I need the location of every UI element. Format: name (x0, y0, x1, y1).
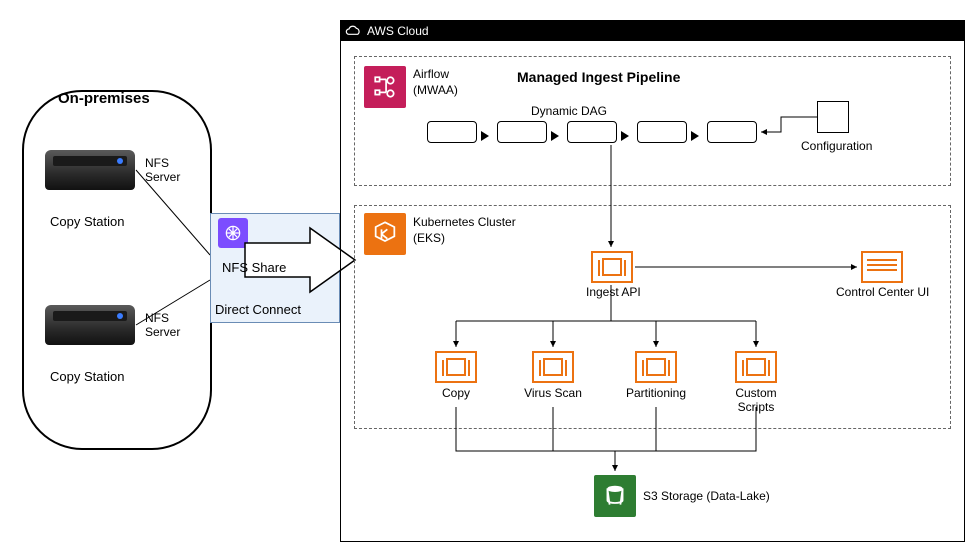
custom-scripts-service: Custom Scripts (726, 351, 786, 414)
nfs-server-label: NFS Server (145, 156, 180, 185)
s3-icon (594, 475, 636, 517)
partitioning-service: Partitioning (616, 351, 696, 400)
cloud-icon (345, 24, 361, 38)
service-icon (635, 351, 677, 383)
copy-station-label-2: Copy Station (50, 369, 124, 384)
s3-label: S3 Storage (Data-Lake) (643, 489, 770, 503)
ingest-api-icon (591, 251, 633, 283)
dynamic-dag-label: Dynamic DAG (531, 104, 607, 118)
airflow-label: Airflow (MWAA) (413, 67, 458, 98)
control-center-label: Control Center UI (836, 285, 929, 299)
direct-connect-label: Direct Connect (215, 302, 301, 317)
aws-cloud-title: AWS Cloud (367, 24, 429, 38)
service-icon (532, 351, 574, 383)
service-icon (435, 351, 477, 383)
pipeline-title: Managed Ingest Pipeline (517, 69, 680, 85)
service-icon (735, 351, 777, 383)
nfs-share-label: NFS Share (222, 260, 286, 275)
nfs-server-1: NFS Server (45, 150, 160, 202)
server-icon (45, 305, 135, 345)
eks-label: Kubernetes Cluster (EKS) (413, 215, 516, 246)
control-center-icon (861, 251, 903, 283)
airflow-icon (364, 66, 406, 108)
server-icon (45, 150, 135, 190)
aws-cloud-frame: AWS Cloud Airflow (MWAA) Managed Ingest … (340, 20, 965, 542)
configuration-box (817, 101, 849, 133)
dag-node (567, 121, 617, 143)
dag-node (497, 121, 547, 143)
virus-scan-service: Virus Scan (516, 351, 590, 400)
dag-node (427, 121, 477, 143)
aws-cloud-header: AWS Cloud (341, 21, 964, 41)
configuration-label: Configuration (801, 139, 872, 153)
copy-station-label-1: Copy Station (50, 214, 124, 229)
eks-icon (364, 213, 406, 255)
copy-service: Copy (426, 351, 486, 400)
nfs-server-2: NFS Server (45, 305, 160, 357)
ingest-api-label: Ingest API (586, 285, 641, 299)
onpremises-frame (22, 90, 212, 450)
dag-node (707, 121, 757, 143)
dag-row (427, 121, 757, 143)
dag-node (637, 121, 687, 143)
nfs-server-label: NFS Server (145, 311, 180, 340)
